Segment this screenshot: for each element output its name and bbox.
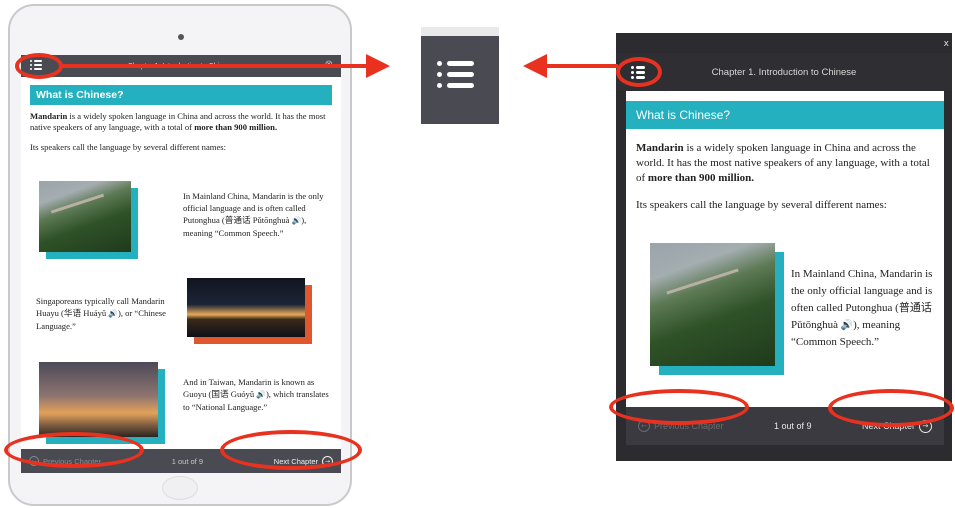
names-paragraph: Its speakers call the language by severa… <box>30 142 226 152</box>
section-heading: What is Chinese? <box>626 101 944 129</box>
singapore-paragraph: Singaporeans typically call Mandarin Hua… <box>36 296 166 331</box>
annotation-arrow-head-left <box>366 54 390 78</box>
menu-list-icon <box>437 61 474 88</box>
annotation-ring-menu-right <box>616 57 662 87</box>
speaker-icon[interactable]: 🔊 <box>108 309 118 318</box>
page-indicator: 1 out of 9 <box>171 456 204 466</box>
page-indicator: 1 out of 9 <box>773 421 812 431</box>
great-wall-photo <box>39 181 138 259</box>
singapore-skyline-photo <box>187 278 313 344</box>
annotation-ring-prev-left <box>4 432 144 468</box>
camera-dot <box>178 34 184 40</box>
names-paragraph: Its speakers call the language by severa… <box>636 199 887 211</box>
annotation-arrow-line-right <box>546 64 618 68</box>
reader-top-bar: Chapter 1. Introduction to Chinese <box>616 53 952 91</box>
annotation-ring-menu-left <box>15 53 63 79</box>
annotation-ring-next-right <box>828 389 954 427</box>
mainland-paragraph: In Mainland China, Mandarin is the only … <box>791 268 933 348</box>
annotation-ring-next-left <box>220 430 362 470</box>
ipad-screen: Chapter 1. Introduction to Chinese ⊗ Wha… <box>21 55 341 473</box>
reader-page: What is Chinese? Mandarin is a widely sp… <box>626 91 944 407</box>
intro-paragraph: Mandarin is a widely spoken language in … <box>636 142 930 184</box>
reader-page: What is Chinese? Mandarin is a widely sp… <box>21 77 341 449</box>
annotation-arrow-line-left <box>62 64 368 68</box>
speaker-icon[interactable]: 🔊 <box>841 320 853 331</box>
close-icon[interactable]: x <box>944 39 949 49</box>
menu-icon-zoom <box>421 27 499 124</box>
great-wall-photo <box>650 243 784 375</box>
home-button[interactable] <box>162 476 198 500</box>
taiwan-paragraph: And in Taiwan, Mandarin is known as Guoy… <box>183 377 329 412</box>
intro-paragraph: Mandarin is a widely spoken language in … <box>30 111 326 132</box>
annotation-ring-prev-right <box>609 389 749 425</box>
speaker-icon[interactable]: 🔊 <box>256 390 266 399</box>
annotation-arrow-head-right <box>523 54 547 78</box>
section-heading: What is Chinese? <box>30 85 332 105</box>
zoom-top-strip <box>421 27 499 36</box>
speaker-icon[interactable]: 🔊 <box>292 216 302 225</box>
chapter-title: Chapter 1. Introduction to Chinese <box>711 66 857 78</box>
mainland-paragraph: In Mainland China, Mandarin is the only … <box>183 191 324 238</box>
